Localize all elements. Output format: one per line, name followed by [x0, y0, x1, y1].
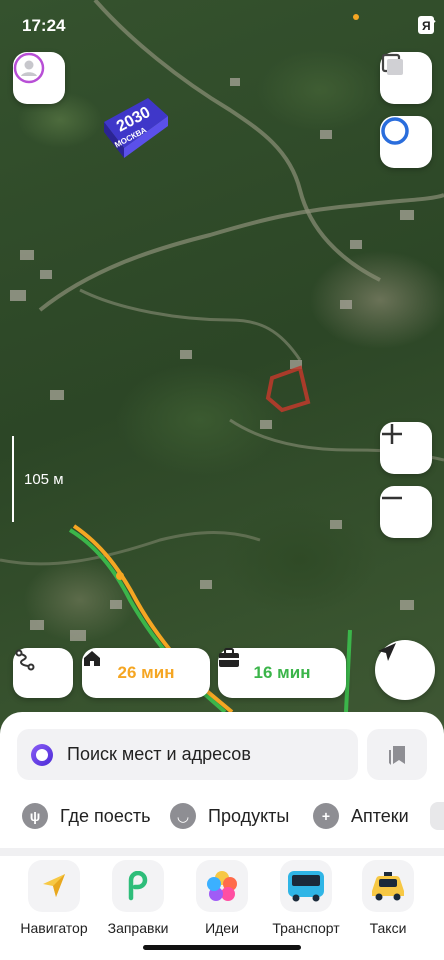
search-placeholder: Поиск мест и адресов: [67, 744, 251, 764]
service-label: Транспорт: [272, 920, 340, 936]
briefcase-icon: [219, 648, 239, 667]
service-taxi[interactable]: Такси: [344, 860, 432, 936]
service-label: Заправки: [107, 920, 169, 936]
category-groceries[interactable]: ◡ Продукты: [170, 796, 289, 836]
services-bar: Навигатор Заправки Идеи Транспорт Такси: [0, 860, 444, 940]
home-time: 26 мин: [117, 663, 175, 682]
navigator-icon: [43, 874, 65, 897]
bus-icon: [288, 871, 324, 902]
category-list: ψ Где поесть ◡ Продукты + Аптеки: [0, 796, 444, 836]
moscow-2030-badge[interactable]: 2030 МОСКВА: [96, 92, 172, 164]
category-label: Где поесть: [60, 805, 151, 826]
basket-icon: ◡: [170, 803, 196, 829]
route-icon: [15, 649, 35, 671]
recording-dot-icon: [353, 14, 359, 20]
bookmarks-button[interactable]: [367, 729, 427, 780]
scale-label: 105 м: [24, 471, 64, 488]
section-divider: [0, 848, 444, 856]
category-pharmacies[interactable]: + Аптеки: [313, 796, 409, 836]
service-label: Навигатор: [20, 920, 88, 936]
category-food[interactable]: ψ Где поесть: [22, 796, 150, 836]
service-label: Идеи: [205, 920, 239, 936]
route-button[interactable]: [13, 648, 73, 698]
bookmarks-icon: [389, 745, 405, 765]
fuel-icon: [128, 871, 148, 901]
location-arrow-icon: [378, 643, 396, 661]
alice-icon: [381, 117, 409, 145]
ideas-icon: [207, 871, 237, 901]
category-label: Аптеки: [351, 805, 409, 826]
scale-bar: [12, 436, 14, 522]
search-input[interactable]: Поиск мест и адресов: [17, 729, 358, 780]
work-route-chip[interactable]: 16 мин: [218, 648, 346, 698]
zoom-in-button[interactable]: [380, 422, 432, 474]
avatar-icon: [13, 52, 45, 84]
plus-icon: +: [313, 803, 339, 829]
moscow-2030-icon: 2030 МОСКВА: [104, 98, 168, 158]
service-transport[interactable]: Транспорт: [262, 860, 350, 936]
alice-assistant-button[interactable]: [380, 116, 432, 168]
service-ideas[interactable]: Идеи: [178, 860, 266, 936]
status-time: 17:24: [22, 16, 66, 35]
service-label: Такси: [369, 920, 407, 936]
zoom-out-button[interactable]: [380, 486, 432, 538]
status-bar: 17:24 Я: [0, 10, 444, 40]
app-store-badge-icon: Я: [418, 16, 434, 34]
my-location-button[interactable]: [375, 640, 435, 700]
minus-icon: [382, 496, 402, 500]
category-more[interactable]: [430, 802, 444, 830]
bottom-sheet: Поиск мест и адресов ψ Где поесть ◡ Прод…: [0, 712, 444, 960]
layers-button[interactable]: [380, 52, 432, 104]
home-route-chip[interactable]: 26 мин: [82, 648, 210, 698]
fork-knife-icon: ψ: [22, 803, 48, 829]
svg-text:Я: Я: [422, 19, 431, 33]
plus-icon: [382, 424, 402, 444]
home-icon: [84, 651, 100, 666]
profile-button[interactable]: [13, 52, 65, 104]
layers-icon: [381, 53, 403, 75]
service-navigator[interactable]: Навигатор: [10, 860, 98, 936]
home-indicator[interactable]: [143, 945, 301, 950]
service-fuel[interactable]: Заправки: [94, 860, 182, 936]
work-time: 16 мин: [253, 663, 311, 682]
taxi-icon: [372, 872, 404, 901]
alice-icon: [31, 743, 53, 766]
category-label: Продукты: [208, 805, 290, 826]
